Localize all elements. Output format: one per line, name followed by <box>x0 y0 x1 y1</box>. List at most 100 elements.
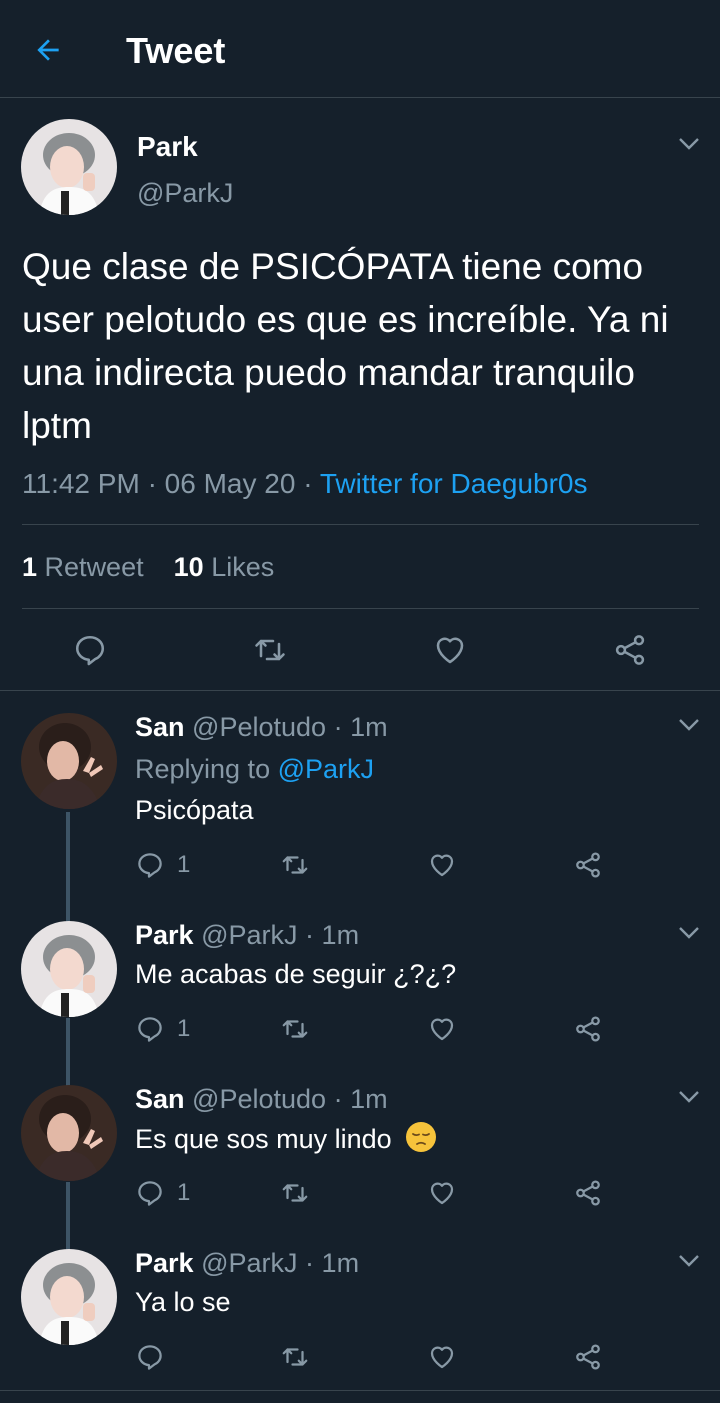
avatar[interactable] <box>21 713 117 809</box>
reply-count: 1 <box>177 851 191 878</box>
retweets-stat[interactable]: 1 Retweet <box>22 552 144 582</box>
reply-text: Ya lo se <box>135 1287 231 1317</box>
reply-icon <box>75 635 105 666</box>
share-button[interactable] <box>573 1175 603 1211</box>
divider <box>22 524 699 525</box>
tweet-screen: Tweet Park @ParkJ Que clase de PSICÓPATA… <box>0 0 720 1403</box>
reply-time: 1m <box>350 712 388 742</box>
reply-icon <box>138 1345 162 1370</box>
heart-icon <box>430 1182 454 1205</box>
separator: · <box>303 468 313 499</box>
reply-button[interactable] <box>135 1339 165 1375</box>
reply-button[interactable] <box>70 630 110 670</box>
reply-button[interactable]: 1 <box>135 1011 190 1047</box>
avatar[interactable] <box>21 1085 117 1181</box>
separator: · <box>333 712 343 742</box>
chevron-down-icon <box>679 1255 699 1267</box>
tweet-meta: 11:42 PM · 06 May 20 · Twitter for Daegu… <box>22 466 587 502</box>
retweet-button[interactable] <box>250 630 290 670</box>
heart-icon <box>430 1018 454 1041</box>
like-button[interactable] <box>427 1175 457 1211</box>
back-button[interactable] <box>28 30 68 70</box>
tweet-options-button[interactable] <box>676 712 702 738</box>
like-button[interactable] <box>427 1339 457 1375</box>
reply-icon <box>138 1017 162 1042</box>
reply-button[interactable]: 1 <box>135 1175 190 1211</box>
replying-to-prefix: Replying to <box>135 754 271 784</box>
separator: · <box>333 1084 343 1114</box>
reply-author-handle[interactable]: @Pelotudo <box>192 1084 326 1114</box>
reply-author-name[interactable]: San <box>135 1084 185 1114</box>
thread-line <box>66 1182 70 1250</box>
share-button[interactable] <box>573 847 603 883</box>
separator: · <box>147 468 157 499</box>
avatar[interactable] <box>21 1249 117 1345</box>
reply-text: Psicópata <box>135 795 254 825</box>
reply-icon <box>138 853 162 878</box>
share-button[interactable] <box>573 1339 603 1375</box>
retweet-icon <box>255 639 285 661</box>
top-bar: Tweet <box>0 0 720 98</box>
reply-author-name[interactable]: Park <box>135 1248 194 1278</box>
reply-text-row: Es que sos muy lindo <box>135 1121 437 1161</box>
heart-icon <box>430 854 454 877</box>
reply-author-handle[interactable]: @ParkJ <box>201 1248 297 1278</box>
reply-button[interactable]: 1 <box>135 847 190 883</box>
share-button[interactable] <box>573 1011 603 1047</box>
replying-to: Replying to @ParkJ <box>135 752 374 786</box>
tweet-options-button[interactable] <box>676 131 702 157</box>
pensive-face-emoji <box>405 1121 437 1161</box>
author-handle[interactable]: @ParkJ <box>137 176 233 210</box>
tweet-time: 11:42 PM <box>22 468 140 499</box>
author-name[interactable]: Park <box>137 130 198 164</box>
chevron-down-icon <box>679 719 699 731</box>
heart-icon <box>430 1346 454 1369</box>
chevron-down-icon <box>679 927 699 939</box>
retweets-count: 1 <box>22 552 38 582</box>
share-icon <box>576 1344 600 1370</box>
reply-text: Me acabas de seguir ¿?¿? <box>135 959 457 989</box>
retweet-button[interactable] <box>280 847 310 883</box>
retweet-button[interactable] <box>280 1011 310 1047</box>
reply-header: San @Pelotudo · 1m <box>135 1082 388 1116</box>
like-button[interactable] <box>427 847 457 883</box>
share-icon <box>576 1016 600 1042</box>
page-title: Tweet <box>126 30 226 71</box>
separator: · <box>305 920 315 950</box>
tweet-source-link[interactable]: Twitter for Daegubr0s <box>320 468 588 499</box>
retweet-icon <box>282 1348 308 1366</box>
share-icon <box>615 635 645 665</box>
retweet-button[interactable] <box>280 1339 310 1375</box>
replying-to-link[interactable]: @ParkJ <box>278 754 374 784</box>
retweet-icon <box>282 856 308 874</box>
reply-author-handle[interactable]: @Pelotudo <box>192 712 326 742</box>
tweet-options-button[interactable] <box>676 1084 702 1110</box>
thread-line <box>66 812 70 922</box>
reply-count: 1 <box>177 1015 191 1042</box>
avatar[interactable] <box>21 119 117 215</box>
likes-label: Likes <box>211 552 275 582</box>
like-button[interactable] <box>430 630 470 670</box>
reply-icon <box>138 1181 162 1206</box>
reply-author-name[interactable]: Park <box>135 920 194 950</box>
reply-text: Es que sos muy lindo <box>135 1124 392 1155</box>
heart-icon <box>436 637 464 664</box>
reply-author-name[interactable]: San <box>135 712 185 742</box>
tweet-options-button[interactable] <box>676 920 702 946</box>
retweet-button[interactable] <box>280 1175 310 1211</box>
likes-count: 10 <box>173 552 204 582</box>
share-button[interactable] <box>610 630 650 670</box>
like-button[interactable] <box>427 1011 457 1047</box>
avatar[interactable] <box>21 921 117 1017</box>
thread-line <box>66 1018 70 1086</box>
share-icon <box>576 1180 600 1206</box>
reply-header: Park @ParkJ · 1m <box>135 1246 359 1280</box>
reply-time: 1m <box>321 920 360 950</box>
divider <box>0 1390 720 1391</box>
tweet-options-button[interactable] <box>676 1248 702 1274</box>
retweet-icon <box>282 1184 308 1202</box>
reply-author-handle[interactable]: @ParkJ <box>201 920 297 950</box>
reply-header: San @Pelotudo · 1m <box>135 710 388 744</box>
retweets-label: Retweet <box>44 552 144 582</box>
likes-stat[interactable]: 10 Likes <box>174 552 275 582</box>
